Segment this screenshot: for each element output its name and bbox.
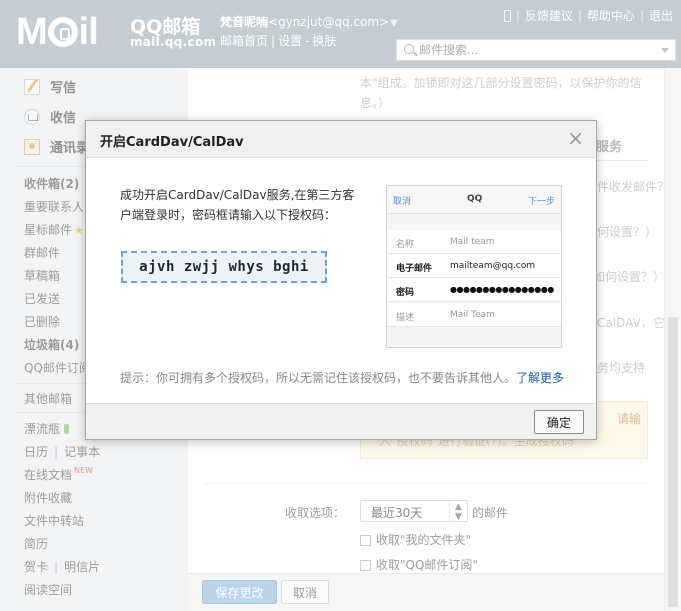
dialog-header: 开启CardDav/CalDav × <box>86 121 596 158</box>
phone-title-label: QQ <box>467 194 483 204</box>
confirm-button[interactable]: 确定 <box>534 410 584 434</box>
close-icon[interactable]: × <box>567 127 584 149</box>
phone-next-label: 下一步 <box>527 197 555 207</box>
phone-navbar: 取消 QQ 下一步 <box>387 186 561 214</box>
phone-row-name: 名称 Mail team <box>387 230 561 254</box>
dialog-title: 开启CardDav/CalDav <box>100 135 244 150</box>
phone-illustration: 取消 QQ 下一步 名称 Mail team 电子邮件 mailteam@qq.co… <box>386 185 562 348</box>
dialog-tip: 提示：你可拥有多个授权码，所以无需记住该授权码，也不要告诉其他人。了解更多 <box>120 371 565 385</box>
authorization-code: ajvh zwjj whys bghi <box>121 251 327 283</box>
phone-row-email: 电子邮件 mailteam@qq.com <box>387 254 561 278</box>
phone-cancel-label: 取消 <box>393 197 412 207</box>
dialog-footer: 确定 <box>86 403 596 439</box>
carddav-dialog: 开启CardDav/CalDav × 成功开启CardDav/CalDav服务,… <box>85 120 597 440</box>
phone-row-description: 描述 Mail Team <box>387 303 561 327</box>
phone-row-password: 密码 ●●●●●●●●●●●●●●●● <box>387 278 561 302</box>
dialog-message: 成功开启CardDav/CalDav服务,在第三方客户端登录时，密码框请输入以下… <box>120 188 355 222</box>
learn-more-link[interactable]: 了解更多 <box>516 371 564 385</box>
